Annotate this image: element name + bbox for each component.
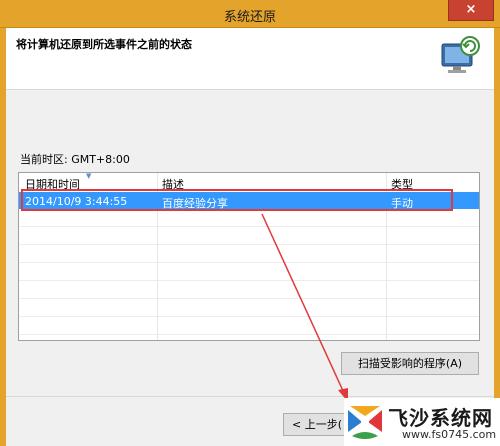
watermark-url: www.fs0745.com bbox=[402, 428, 497, 441]
watermark: 飞沙系统网 www.fs0745.com bbox=[344, 398, 500, 446]
watermark-logo bbox=[348, 406, 382, 439]
watermark-title: 飞沙系统网 bbox=[388, 406, 493, 430]
annotation-arrow-icon bbox=[261, 213, 348, 402]
